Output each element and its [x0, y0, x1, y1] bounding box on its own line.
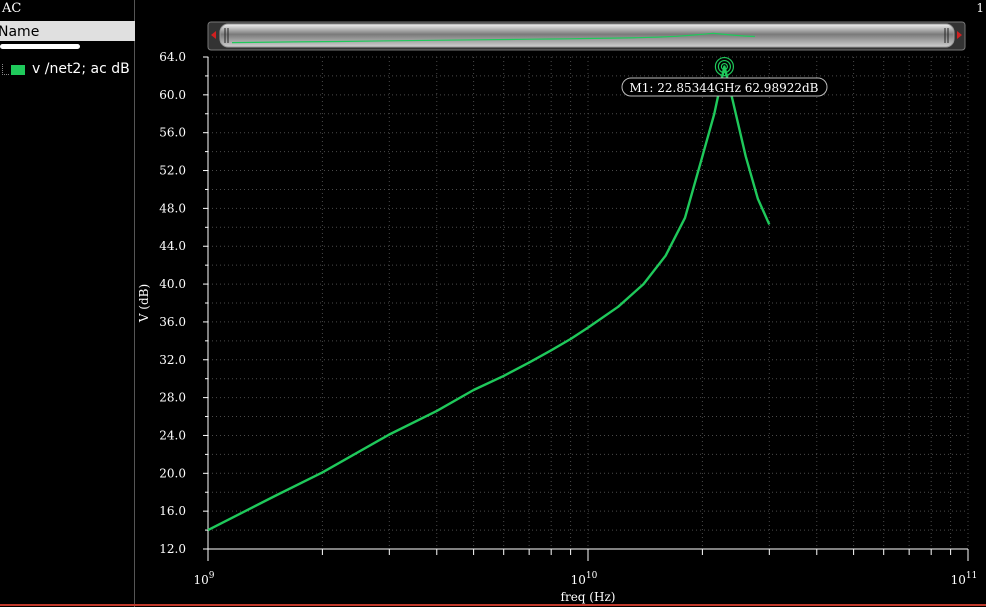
bottom-border — [0, 604, 986, 606]
y-tick-label: 12.0 — [159, 542, 186, 556]
y-tick-label: 44.0 — [159, 239, 186, 253]
plot-area[interactable]: 12.0 16.0 20.0 24.0 28.0 32.0 36.0 40.0 44.0 48.0… — [0, 0, 986, 604]
x-tick-exponent: 11 — [966, 571, 977, 581]
y-tick-label: 60.0 — [159, 88, 186, 102]
y-tick-label: 36.0 — [159, 315, 186, 329]
x-tick-exponent: 9 — [209, 571, 215, 581]
y-tick-label: 48.0 — [159, 201, 186, 215]
marker-m1[interactable]: M1: 22.85344GHz 62.98922dB — [621, 56, 828, 97]
x-tick-label: 1011 — [951, 571, 978, 587]
marker-label: M1: 22.85344GHz 62.98922dB — [630, 81, 819, 95]
series-line[interactable] — [207, 65, 771, 532]
y-tick-label: 52.0 — [159, 164, 186, 178]
x-tick-exponent: 10 — [586, 571, 598, 581]
x-tick-label: 109 — [193, 571, 214, 587]
x-axis-ticks: 109 1010 1011 — [193, 549, 977, 587]
y-tick-label: 28.0 — [159, 391, 186, 405]
y-tick-label: 32.0 — [159, 353, 186, 367]
scrollbar-thumb[interactable] — [219, 23, 955, 48]
x-axis-title: freq (Hz) — [561, 590, 616, 604]
overview-scrollbar[interactable] — [207, 21, 966, 51]
y-tick-label: 16.0 — [159, 504, 186, 518]
y-tick-label: 24.0 — [159, 428, 186, 442]
y-axis-ticks: 12.0 16.0 20.0 24.0 28.0 32.0 36.0 40.0 44.0 48.0… — [159, 50, 208, 556]
y-tick-label: 40.0 — [159, 277, 186, 291]
y-tick-label: 64.0 — [159, 50, 186, 64]
y-axis-title: V (dB) — [137, 284, 151, 323]
y-tick-label: 20.0 — [159, 466, 186, 480]
grid — [208, 56, 969, 549]
x-tick-label: 1010 — [571, 571, 598, 587]
y-tick-label: 56.0 — [159, 126, 186, 140]
